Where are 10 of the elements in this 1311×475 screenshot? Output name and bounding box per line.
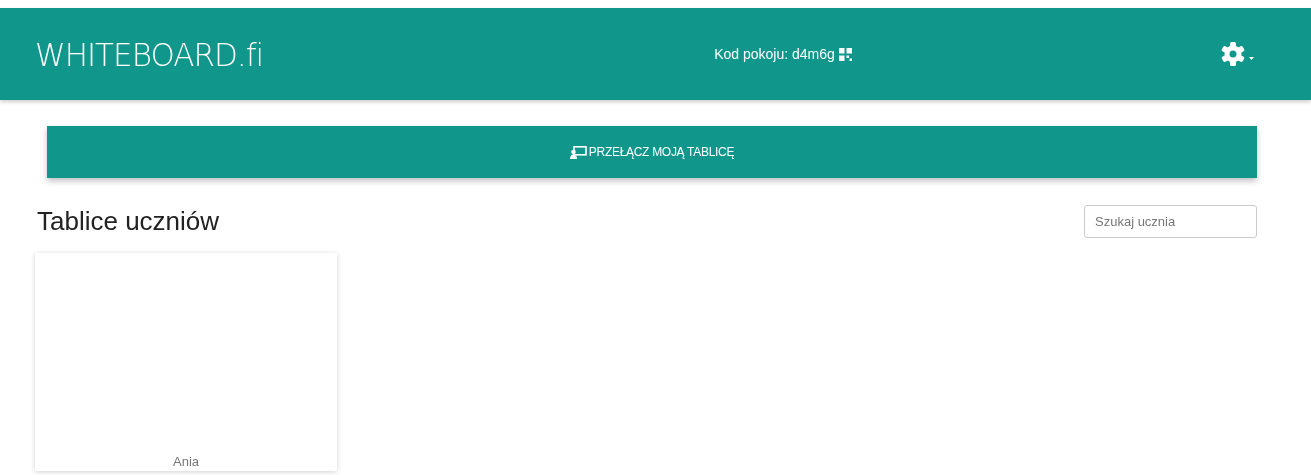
logo[interactable]: WHITEBOARD.fi (35, 35, 265, 73)
switch-board-button[interactable]: PRZEŁĄCZ MOJĄ TABLICĘ (47, 126, 1257, 178)
section-title: Tablice uczniów (37, 206, 220, 237)
room-code: Kod pokoju: d4m6g (714, 46, 835, 62)
gear-icon (1221, 42, 1255, 66)
student-name: Ania (173, 454, 199, 471)
presentation-icon (569, 145, 587, 159)
search-field[interactable]: Szukaj ucznia (1084, 205, 1257, 238)
qr-code-icon[interactable] (838, 47, 852, 61)
board-card[interactable]: Ania (35, 253, 337, 471)
